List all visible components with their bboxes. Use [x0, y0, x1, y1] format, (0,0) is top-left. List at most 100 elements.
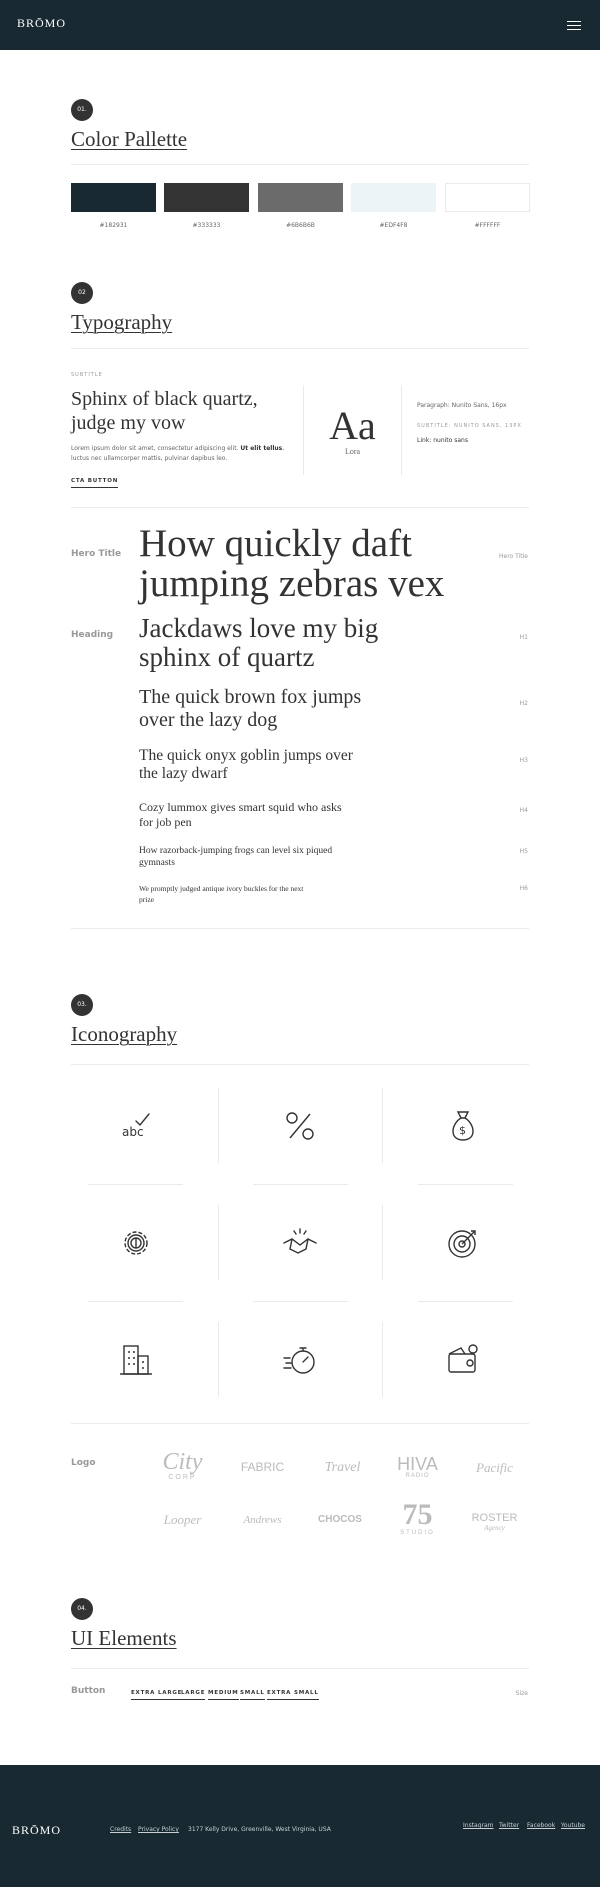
client-logo-chocos: CHOCOS	[318, 1514, 362, 1525]
footer-link-privacy[interactable]: Privacy Policy	[138, 1826, 179, 1833]
type-tag: H3	[519, 757, 528, 764]
site-footer: BRŌMO Credits Privacy Policy 3177 Kelly …	[0, 1765, 600, 1887]
gear-dollar-icon	[116, 1223, 156, 1263]
color-swatch	[351, 183, 436, 212]
buildings-icon	[116, 1340, 156, 1380]
divider	[253, 1184, 348, 1185]
section-number: 04.	[71, 1598, 93, 1620]
svg-text:abc: abc	[122, 1125, 144, 1139]
client-logo-andrews: Andrews	[243, 1514, 282, 1526]
section-number: 02	[71, 282, 93, 304]
divider	[382, 1322, 383, 1397]
h6-sample: We promptly judged antique ivory buckles…	[139, 884, 304, 904]
stopwatch-icon	[280, 1340, 320, 1380]
logo-label: Logo	[71, 1458, 96, 1468]
divider	[218, 1088, 219, 1163]
divider	[303, 385, 304, 475]
client-logo-hiva: HIVA RADIO	[397, 1454, 438, 1479]
subtitle-spec: SUBTITLE: NUNITO SANS, 13PX	[417, 423, 522, 429]
divider	[382, 1088, 383, 1163]
cta-button[interactable]: CTA BUTTON	[71, 478, 119, 488]
color-swatch	[445, 183, 530, 212]
sample-paragraph: Lorem ipsum dolor sit amet, consectetur …	[71, 445, 285, 462]
color-label: #182931	[99, 222, 128, 229]
color-label: #333333	[192, 222, 221, 229]
color-label: #FFFFFF	[474, 222, 501, 229]
button-label: Button	[71, 1686, 106, 1696]
divider	[418, 1301, 513, 1302]
subtitle-sample: SUBTITLE	[71, 372, 103, 378]
heading-label: Heading	[71, 630, 114, 640]
client-logo-75: 75 STUDIO	[400, 1498, 435, 1537]
button-extra-small[interactable]: EXTRA SMALL	[267, 1690, 319, 1700]
divider	[71, 507, 529, 508]
font-sample-aa: Aa	[329, 403, 376, 448]
hero-title-label: Hero Title	[71, 549, 122, 559]
link-spec[interactable]: Link: nunito sans	[417, 437, 468, 444]
hero-title-sample: How quickly daft jumping zebras vex	[139, 522, 445, 605]
footer-link-facebook[interactable]: Facebook	[527, 1822, 555, 1829]
section-title-iconography: Iconography	[71, 1022, 178, 1046]
divider	[253, 1301, 348, 1302]
h3-sample: The quick onyx goblin jumps over the laz…	[139, 747, 353, 782]
footer-link-credits[interactable]: Credits	[110, 1826, 131, 1833]
client-logo-fabric: FABRIC	[240, 1460, 285, 1474]
font-name: Lora	[344, 447, 361, 456]
divider	[71, 348, 529, 349]
h5-sample: How razorback-jumping frogs can level si…	[139, 846, 333, 868]
type-tag: H6	[519, 885, 528, 892]
wallet-icon	[443, 1340, 483, 1380]
h2-sample: The quick brown fox jumps over the lazy …	[139, 686, 362, 731]
color-swatch	[164, 183, 249, 212]
footer-link-youtube[interactable]: Youtube	[561, 1822, 585, 1829]
paragraph-spec: Paragraph: Nunito Sans, 16px	[417, 402, 507, 409]
type-tag: Hero Title	[499, 553, 528, 560]
divider	[71, 1423, 529, 1424]
color-label: #6B6B6B	[286, 222, 315, 229]
color-label: #EDF4F8	[379, 222, 408, 229]
percent-icon	[280, 1106, 320, 1146]
section-title-typography: Typography	[71, 310, 173, 334]
h1-sample: Jackdaws love my big sphinx of quartz	[139, 613, 379, 672]
button-small[interactable]: SMALL	[240, 1690, 265, 1700]
divider	[382, 1205, 383, 1280]
client-logo-looper: Looper	[163, 1512, 202, 1527]
divider	[71, 164, 529, 165]
footer-link-twitter[interactable]: Twitter	[499, 1822, 519, 1829]
color-swatch	[71, 183, 156, 212]
color-swatch	[258, 183, 343, 212]
section-number: 01.	[71, 99, 93, 121]
hamburger-menu-icon[interactable]	[567, 21, 581, 30]
handshake-icon	[280, 1223, 320, 1263]
button-extra-large[interactable]: EXTRA LARGE	[131, 1690, 183, 1700]
client-logo-roster: ROSTER Agency	[471, 1512, 518, 1532]
divider	[88, 1184, 183, 1185]
divider	[418, 1184, 513, 1185]
h4-sample: Cozy lummox gives smart squid who asks f…	[139, 800, 342, 829]
type-tag: H5	[519, 848, 528, 855]
type-tag: H1	[519, 634, 528, 641]
brand-logo[interactable]: BRŌMO	[17, 16, 66, 31]
client-logo-travel: Travel	[324, 1460, 361, 1475]
footer-link-instagram[interactable]: Instagram	[463, 1822, 494, 1829]
button-large[interactable]: LARGE	[181, 1690, 206, 1700]
divider	[401, 385, 402, 475]
money-bag-icon: $	[443, 1106, 483, 1146]
footer-address: 3177 Kelly Drive, Greenville, West Virgi…	[188, 1826, 331, 1833]
client-logo-pacific: Pacific	[476, 1460, 513, 1475]
section-number: 03.	[71, 994, 93, 1016]
section-title-ui-elements: UI Elements	[71, 1626, 177, 1650]
spellcheck-icon: abc	[116, 1106, 156, 1146]
target-icon	[443, 1223, 483, 1263]
divider	[71, 1064, 529, 1065]
section-title-colors: Color Pallette	[71, 127, 188, 151]
button-medium[interactable]: MEDIUM	[208, 1690, 239, 1700]
footer-brand-logo[interactable]: BRŌMO	[12, 1823, 61, 1838]
site-header: BRŌMO	[0, 0, 600, 50]
divider	[71, 1668, 529, 1669]
divider	[218, 1205, 219, 1280]
divider	[218, 1322, 219, 1397]
divider	[88, 1301, 183, 1302]
size-label: Size	[515, 1690, 528, 1697]
sample-heading: Sphinx of black quartz, judge my vow	[71, 388, 258, 434]
